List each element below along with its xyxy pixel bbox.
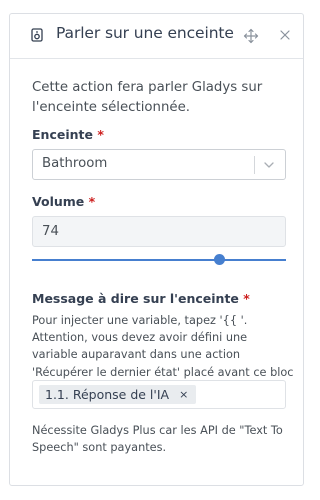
speaker-icon [31,28,43,42]
slider-thumb[interactable] [214,254,226,265]
speaker-select[interactable]: Bathroom [32,149,286,180]
move-icon[interactable] [243,28,259,44]
volume-label-text: Volume [32,194,85,209]
speaker-label-text: Enceinte [32,127,93,142]
required-mark: * [88,194,96,209]
card-header: Parler sur une enceinte [10,14,303,59]
action-description: Cette action fera parler Gladys sur l'en… [32,80,263,115]
required-mark: * [243,291,250,306]
volume-slider[interactable] [32,252,286,268]
variable-tag: 1.1. Réponse de l'IA × [39,385,197,404]
variable-tag-label: 1.1. Réponse de l'IA [45,387,170,402]
speaker-select-value: Bathroom [42,156,108,171]
select-separator [254,156,255,174]
slider-track[interactable] [32,259,286,261]
action-card: Parler sur une enceinte Cette action fer… [9,13,304,486]
close-icon[interactable] [278,28,292,42]
required-mark: * [97,127,104,142]
speaker-label: Enceinte * [32,127,104,142]
gladys-plus-note: Nécessite Gladys Plus car les API de "Te… [32,424,283,455]
volume-value: 74 [42,224,59,239]
card-title: Parler sur une enceinte [56,24,234,42]
message-label: Message à dire sur l'enceinte * [32,291,250,306]
volume-input[interactable]: 74 [32,216,286,247]
volume-label: Volume * [32,194,95,209]
message-input[interactable]: 1.1. Réponse de l'IA × [32,380,286,409]
message-label-text: Message à dire sur l'enceinte [32,291,239,306]
chevron-down-icon[interactable] [263,159,275,171]
tag-remove-button[interactable]: × [179,388,188,401]
